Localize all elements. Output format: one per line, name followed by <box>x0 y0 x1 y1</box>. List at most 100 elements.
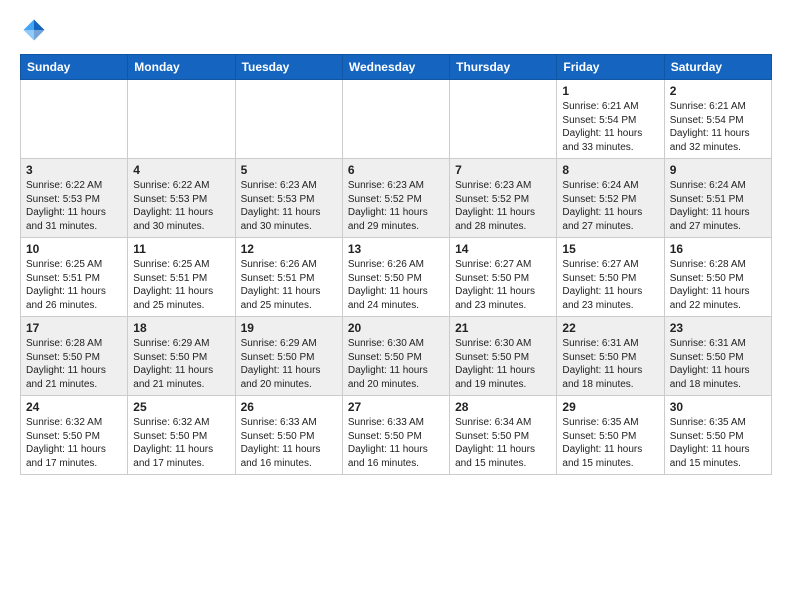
calendar-cell: 2 Sunrise: 6:21 AM Sunset: 5:54 PM Daylig… <box>664 80 771 159</box>
day-number: 3 <box>26 163 122 177</box>
calendar-cell: 30 Sunrise: 6:35 AM Sunset: 5:50 PM Dayli… <box>664 396 771 475</box>
calendar-cell <box>128 80 235 159</box>
weekday-header-tuesday: Tuesday <box>235 55 342 80</box>
day-number: 2 <box>670 84 766 98</box>
weekday-header-saturday: Saturday <box>664 55 771 80</box>
day-info: Sunrise: 6:25 AM Sunset: 5:51 PM Dayligh… <box>26 258 122 312</box>
day-number: 6 <box>348 163 444 177</box>
calendar-cell: 10 Sunrise: 6:25 AM Sunset: 5:51 PM Dayli… <box>21 238 128 317</box>
day-info: Sunrise: 6:26 AM Sunset: 5:50 PM Dayligh… <box>348 258 444 312</box>
calendar-cell: 12 Sunrise: 6:26 AM Sunset: 5:51 PM Dayli… <box>235 238 342 317</box>
day-info: Sunrise: 6:29 AM Sunset: 5:50 PM Dayligh… <box>133 337 229 391</box>
day-number: 22 <box>562 321 658 335</box>
calendar-cell: 17 Sunrise: 6:28 AM Sunset: 5:50 PM Dayli… <box>21 317 128 396</box>
calendar-cell: 19Sunrise: 6:29 AM Sunset: 5:50 PM Dayli… <box>235 317 342 396</box>
day-info: Sunrise: 6:24 AM Sunset: 5:51 PM Dayligh… <box>670 179 766 233</box>
day-number: 19 <box>241 321 337 335</box>
day-number: 23 <box>670 321 766 335</box>
day-number: 27 <box>348 400 444 414</box>
weekday-header-monday: Monday <box>128 55 235 80</box>
day-number: 30 <box>670 400 766 414</box>
day-info: Sunrise: 6:30 AM Sunset: 5:50 PM Dayligh… <box>455 337 551 391</box>
day-number: 11 <box>133 242 229 256</box>
day-info: Sunrise: 6:22 AM Sunset: 5:53 PM Dayligh… <box>26 179 122 233</box>
day-number: 13 <box>348 242 444 256</box>
day-number: 7 <box>455 163 551 177</box>
day-info: Sunrise: 6:34 AM Sunset: 5:50 PM Dayligh… <box>455 416 551 470</box>
day-info: Sunrise: 6:23 AM Sunset: 5:52 PM Dayligh… <box>348 179 444 233</box>
day-info: Sunrise: 6:24 AM Sunset: 5:52 PM Dayligh… <box>562 179 658 233</box>
weekday-header-row: SundayMondayTuesdayWednesdayThursdayFrid… <box>21 55 772 80</box>
day-number: 28 <box>455 400 551 414</box>
calendar-cell: 21 Sunrise: 6:30 AM Sunset: 5:50 PM Dayli… <box>450 317 557 396</box>
day-number: 1 <box>562 84 658 98</box>
calendar-cell: 6 Sunrise: 6:23 AM Sunset: 5:52 PM Daylig… <box>342 159 449 238</box>
calendar-cell: 23 Sunrise: 6:31 AM Sunset: 5:50 PM Dayli… <box>664 317 771 396</box>
day-info: Sunrise: 6:33 AM Sunset: 5:50 PM Dayligh… <box>348 416 444 470</box>
calendar-cell: 29Sunrise: 6:35 AM Sunset: 5:50 PM Dayli… <box>557 396 664 475</box>
day-info: Sunrise: 6:21 AM Sunset: 5:54 PM Dayligh… <box>670 100 766 154</box>
day-number: 15 <box>562 242 658 256</box>
calendar-week-row: 10 Sunrise: 6:25 AM Sunset: 5:51 PM Dayli… <box>21 238 772 317</box>
day-info: Sunrise: 6:28 AM Sunset: 5:50 PM Dayligh… <box>26 337 122 391</box>
calendar-cell: 26 Sunrise: 6:33 AM Sunset: 5:50 PM Dayli… <box>235 396 342 475</box>
day-number: 5 <box>241 163 337 177</box>
calendar-cell: 27 Sunrise: 6:33 AM Sunset: 5:50 PM Dayli… <box>342 396 449 475</box>
calendar-cell <box>21 80 128 159</box>
calendar-week-row: 3 Sunrise: 6:22 AM Sunset: 5:53 PM Daylig… <box>21 159 772 238</box>
day-info: Sunrise: 6:26 AM Sunset: 5:51 PM Dayligh… <box>241 258 337 312</box>
day-info: Sunrise: 6:23 AM Sunset: 5:52 PM Dayligh… <box>455 179 551 233</box>
day-number: 12 <box>241 242 337 256</box>
day-number: 17 <box>26 321 122 335</box>
calendar-cell: 13 Sunrise: 6:26 AM Sunset: 5:50 PM Dayli… <box>342 238 449 317</box>
calendar-cell: 3 Sunrise: 6:22 AM Sunset: 5:53 PM Daylig… <box>21 159 128 238</box>
day-info: Sunrise: 6:30 AM Sunset: 5:50 PM Dayligh… <box>348 337 444 391</box>
day-info: Sunrise: 6:32 AM Sunset: 5:50 PM Dayligh… <box>26 416 122 470</box>
day-info: Sunrise: 6:33 AM Sunset: 5:50 PM Dayligh… <box>241 416 337 470</box>
day-number: 18 <box>133 321 229 335</box>
logo <box>20 16 52 44</box>
calendar-cell <box>342 80 449 159</box>
calendar-cell: 11Sunrise: 6:25 AM Sunset: 5:51 PM Dayli… <box>128 238 235 317</box>
day-info: Sunrise: 6:32 AM Sunset: 5:50 PM Dayligh… <box>133 416 229 470</box>
day-number: 10 <box>26 242 122 256</box>
day-info: Sunrise: 6:35 AM Sunset: 5:50 PM Dayligh… <box>670 416 766 470</box>
calendar-cell: 24Sunrise: 6:32 AM Sunset: 5:50 PM Dayli… <box>21 396 128 475</box>
calendar-cell: 4 Sunrise: 6:22 AM Sunset: 5:53 PM Daylig… <box>128 159 235 238</box>
calendar-table: SundayMondayTuesdayWednesdayThursdayFrid… <box>20 54 772 475</box>
day-number: 21 <box>455 321 551 335</box>
day-number: 4 <box>133 163 229 177</box>
weekday-header-sunday: Sunday <box>21 55 128 80</box>
day-number: 25 <box>133 400 229 414</box>
calendar-cell <box>235 80 342 159</box>
calendar-cell: 28 Sunrise: 6:34 AM Sunset: 5:50 PM Dayli… <box>450 396 557 475</box>
weekday-header-wednesday: Wednesday <box>342 55 449 80</box>
day-info: Sunrise: 6:31 AM Sunset: 5:50 PM Dayligh… <box>562 337 658 391</box>
calendar-week-row: 1 Sunrise: 6:21 AM Sunset: 5:54 PM Daylig… <box>21 80 772 159</box>
calendar-cell: 15 Sunrise: 6:27 AM Sunset: 5:50 PM Dayli… <box>557 238 664 317</box>
weekday-header-friday: Friday <box>557 55 664 80</box>
calendar-week-row: 24Sunrise: 6:32 AM Sunset: 5:50 PM Dayli… <box>21 396 772 475</box>
logo-icon <box>20 16 48 44</box>
day-number: 14 <box>455 242 551 256</box>
day-number: 26 <box>241 400 337 414</box>
header <box>20 16 772 44</box>
calendar-cell: 5 Sunrise: 6:23 AM Sunset: 5:53 PM Daylig… <box>235 159 342 238</box>
calendar-cell: 8 Sunrise: 6:24 AM Sunset: 5:52 PM Daylig… <box>557 159 664 238</box>
calendar-cell: 16Sunrise: 6:28 AM Sunset: 5:50 PM Dayli… <box>664 238 771 317</box>
day-info: Sunrise: 6:27 AM Sunset: 5:50 PM Dayligh… <box>562 258 658 312</box>
calendar-cell: 20Sunrise: 6:30 AM Sunset: 5:50 PM Dayli… <box>342 317 449 396</box>
day-number: 9 <box>670 163 766 177</box>
day-info: Sunrise: 6:22 AM Sunset: 5:53 PM Dayligh… <box>133 179 229 233</box>
calendar-cell <box>450 80 557 159</box>
calendar-cell: 25 Sunrise: 6:32 AM Sunset: 5:50 PM Dayli… <box>128 396 235 475</box>
day-info: Sunrise: 6:35 AM Sunset: 5:50 PM Dayligh… <box>562 416 658 470</box>
day-info: Sunrise: 6:31 AM Sunset: 5:50 PM Dayligh… <box>670 337 766 391</box>
calendar-cell: 22 Sunrise: 6:31 AM Sunset: 5:50 PM Dayli… <box>557 317 664 396</box>
calendar-cell: 9 Sunrise: 6:24 AM Sunset: 5:51 PM Daylig… <box>664 159 771 238</box>
calendar-week-row: 17 Sunrise: 6:28 AM Sunset: 5:50 PM Dayli… <box>21 317 772 396</box>
day-info: Sunrise: 6:21 AM Sunset: 5:54 PM Dayligh… <box>562 100 658 154</box>
day-number: 16 <box>670 242 766 256</box>
day-info: Sunrise: 6:23 AM Sunset: 5:53 PM Dayligh… <box>241 179 337 233</box>
day-number: 8 <box>562 163 658 177</box>
